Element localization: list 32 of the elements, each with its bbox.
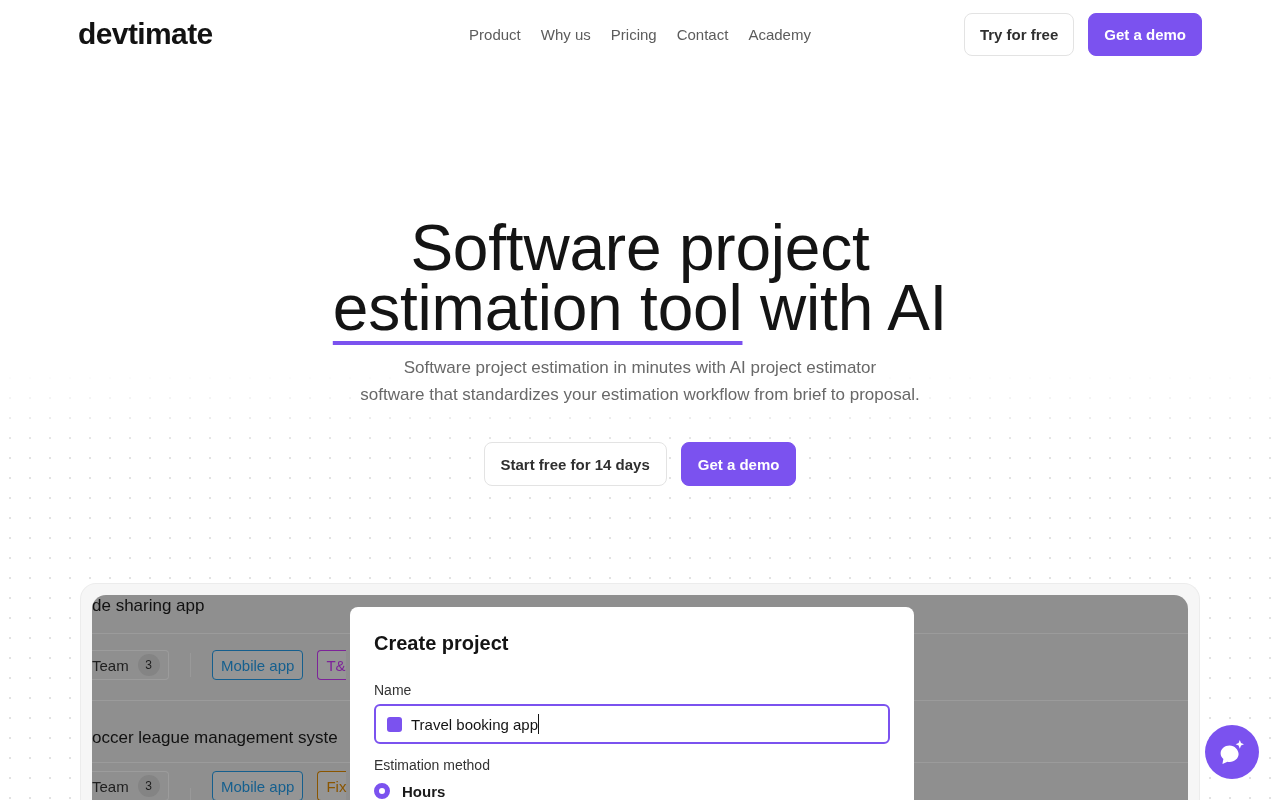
nav-link[interactable]: Pricing <box>610 25 657 43</box>
count-badge: 3 <box>137 654 160 676</box>
project-title: de sharing app <box>92 595 205 617</box>
nav-link[interactable]: Academy <box>748 25 811 43</box>
nav-link[interactable]: Why us <box>540 25 591 43</box>
tag: T& <box>317 650 346 680</box>
logo[interactable]: devtimate <box>78 17 213 51</box>
field-label: Estimation method <box>374 756 491 775</box>
radio-button[interactable] <box>374 783 390 799</box>
field-label: Name <box>374 681 413 700</box>
secondary-button[interactable]: Try for free <box>963 12 1075 56</box>
team-chip[interactable]: Team 3 <box>92 771 169 800</box>
hero-title: Software project estimation tool with AI <box>331 218 949 338</box>
project-title: occer league management syste <box>92 727 338 749</box>
color-swatch-icon[interactable] <box>387 716 402 732</box>
tag: Fix <box>317 771 347 800</box>
nav-link[interactable]: Product <box>469 25 521 43</box>
nav-link[interactable]: Contact <box>676 25 729 43</box>
team-chip[interactable]: Team 3 <box>92 650 169 680</box>
count-badge: 3 <box>137 775 160 797</box>
primary-button[interactable]: Get a demo <box>680 442 797 486</box>
tag: Mobile app <box>212 650 304 680</box>
chat-sparkle-icon <box>1220 740 1244 764</box>
primary-button[interactable]: Get a demo <box>1088 12 1202 56</box>
tag: Mobile app <box>212 771 304 800</box>
radio-label[interactable]: Hours <box>402 782 446 800</box>
text-cursor-icon <box>538 714 540 734</box>
chat-button[interactable] <box>1205 725 1259 779</box>
dialog-title: Create project <box>374 631 510 655</box>
project-name-input[interactable]: Travel booking app <box>374 704 890 744</box>
hero-subtitle: Software project estimation in minutes with AI project estimator software that standardizes your estimation workflow from brief to proposal. <box>360 357 920 406</box>
secondary-button[interactable]: Start free for 14 days <box>483 442 667 486</box>
